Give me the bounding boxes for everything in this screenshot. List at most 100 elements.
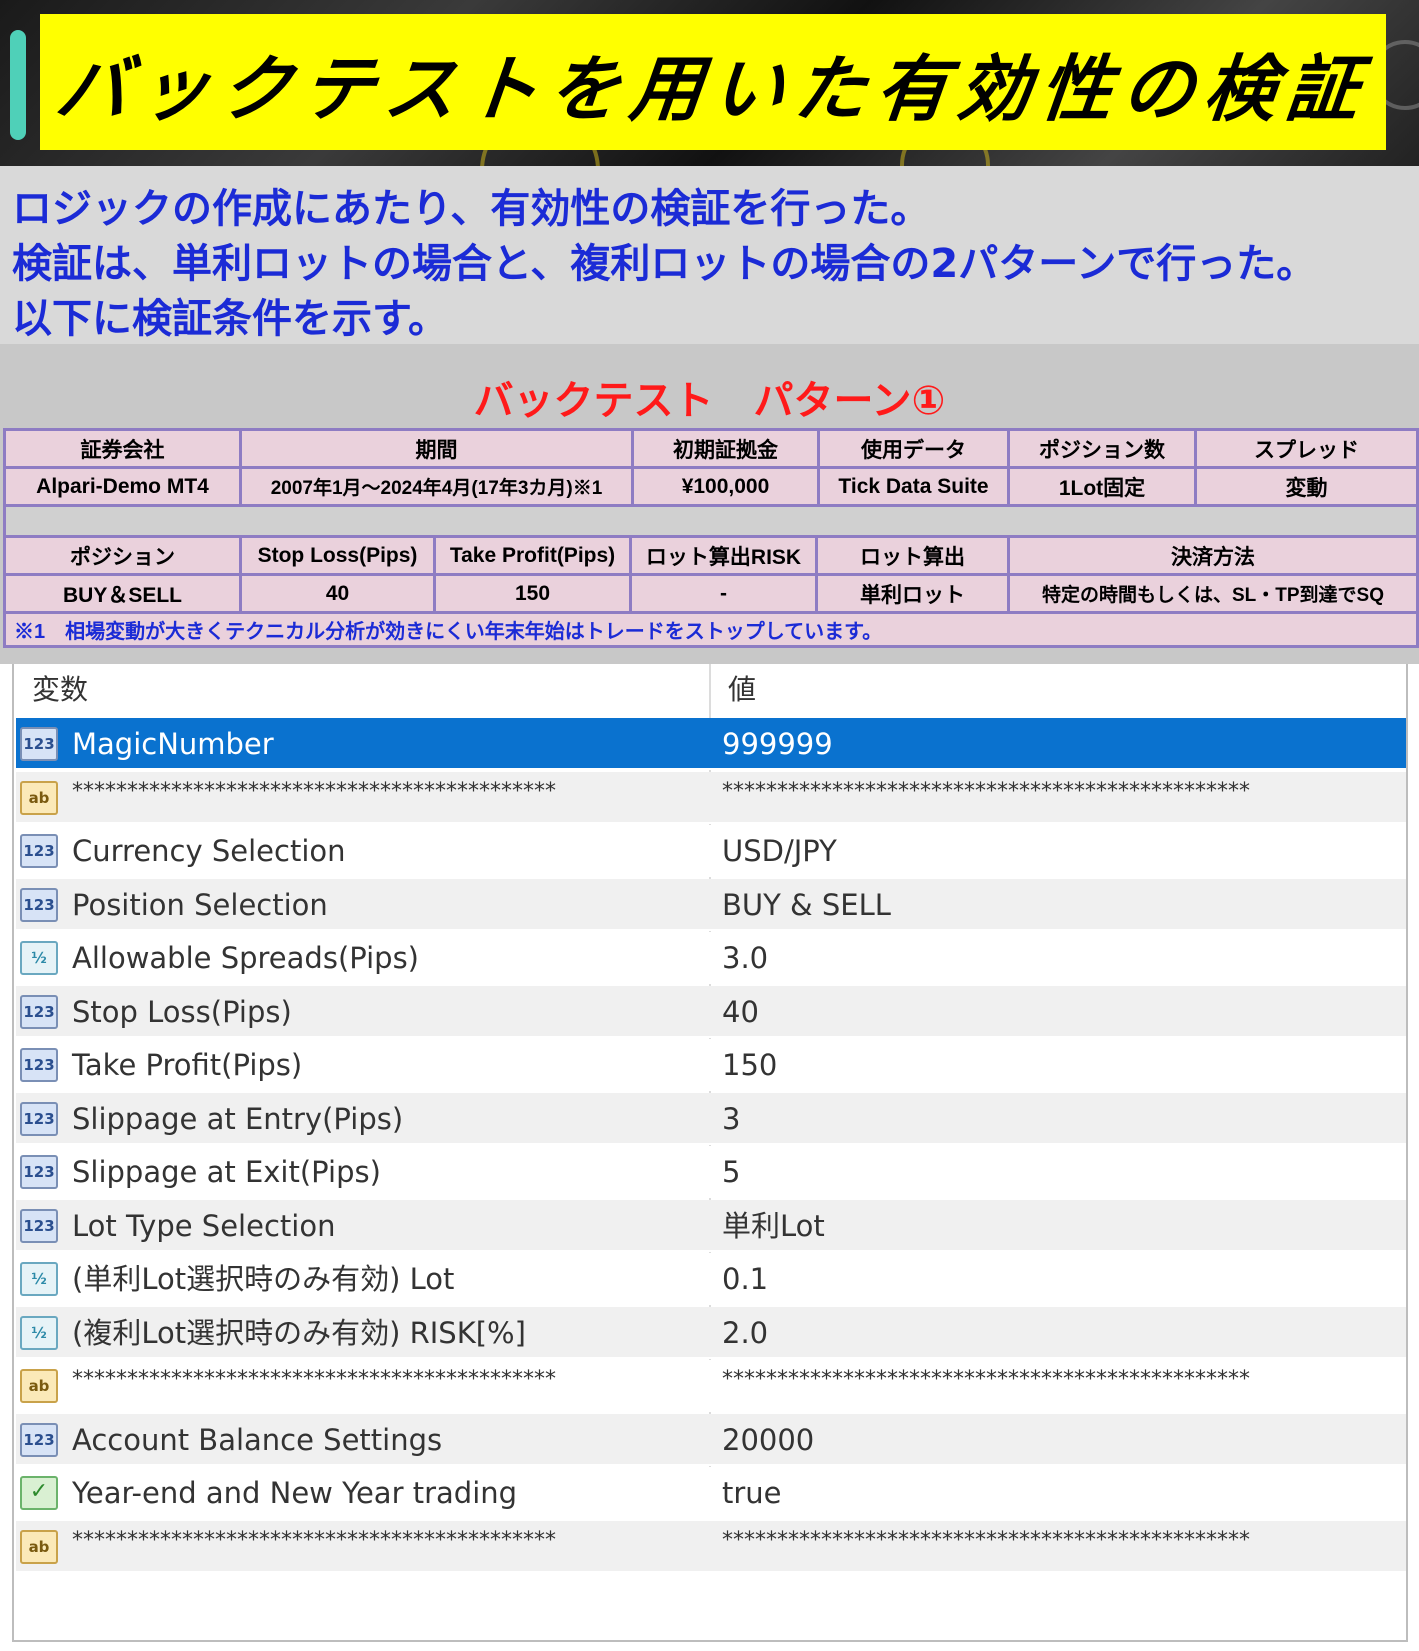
value-cell: 特定の時間もしくは、SL・TP到達でSQ xyxy=(1007,573,1419,614)
parameter-name: Stop Loss(Pips) xyxy=(72,994,292,1029)
intro-line: 以下に検証条件を示す。 xyxy=(12,296,448,342)
parameter-row[interactable]: ½ Allowable Spreads(Pips) 3.0 xyxy=(16,932,1406,984)
parameter-name: Position Selection xyxy=(72,887,328,922)
parameter-value[interactable]: USD/JPY xyxy=(722,825,837,877)
value-cell: 単利ロット xyxy=(815,573,1010,614)
integer-type-icon: 123 xyxy=(20,1101,58,1136)
parameter-row[interactable]: 123 Currency Selection USD/JPY xyxy=(16,825,1406,877)
parameter-name: Allowable Spreads(Pips) xyxy=(72,941,419,975)
header-cell: 期間 xyxy=(239,428,634,469)
header-cell: ポジション xyxy=(3,535,242,576)
integer-type-icon: 123 xyxy=(20,834,58,868)
parameter-value[interactable]: ****************************************… xyxy=(722,1354,1250,1406)
column-header-value[interactable]: 値 xyxy=(728,664,756,716)
string-type-icon: ab xyxy=(20,780,58,815)
parameter-name: Account Balance Settings xyxy=(72,1422,443,1457)
parameter-value[interactable]: 20000 xyxy=(722,1414,814,1466)
conditions-table-2: ポジション Stop Loss(Pips) Take Profit(Pips) … xyxy=(3,535,1419,648)
header-cell: Take Profit(Pips) xyxy=(433,535,632,576)
header-cell: Stop Loss(Pips) xyxy=(239,535,436,576)
banner-decoration xyxy=(10,30,26,140)
parameter-name: MagicNumber xyxy=(72,727,274,761)
parameter-row[interactable]: 123 Take Profit(Pips) 150 xyxy=(16,1039,1406,1091)
value-cell: Tick Data Suite xyxy=(817,466,1010,507)
integer-type-icon: 123 xyxy=(20,1155,58,1189)
parameter-row[interactable]: ab **************************************… xyxy=(16,1520,1406,1573)
parameter-row[interactable]: 123 Stop Loss(Pips) 40 xyxy=(16,985,1406,1038)
value-cell: - xyxy=(629,573,818,614)
double-type-icon: ½ xyxy=(20,1262,58,1296)
table-row: ※1 相場変動が大きくテクニカル分析が効きにくい年末年始はトレードをストップして… xyxy=(3,611,1419,648)
integer-type-icon: 123 xyxy=(20,994,58,1029)
parameter-name: ****************************************… xyxy=(72,778,556,804)
value-cell: 1Lot固定 xyxy=(1007,466,1197,507)
header-cell: ロット算出RISK xyxy=(629,535,818,576)
parameter-row[interactable]: ab **************************************… xyxy=(16,771,1406,824)
parameter-value[interactable]: 3 xyxy=(722,1093,740,1145)
header-cell: 使用データ xyxy=(817,428,1010,469)
parameter-name: (単利Lot選択時のみ有効) Lot xyxy=(72,1262,455,1296)
table-row: Alpari-Demo MT4 2007年1月～2024年4月(17年3カ月)※… xyxy=(3,466,1419,507)
value-cell: Alpari-Demo MT4 xyxy=(3,466,242,507)
integer-type-icon: 123 xyxy=(20,1048,58,1082)
parameter-value[interactable]: 999999 xyxy=(722,718,833,770)
page-title: バックテストを用いた有効性の検証 xyxy=(51,46,1373,131)
parameter-value[interactable]: 3.0 xyxy=(722,932,768,984)
parameters-grid: 変数 値 123 MagicNumber 999999 ab *************… xyxy=(12,664,1408,1642)
parameter-value[interactable]: 単利Lot xyxy=(722,1200,825,1252)
string-type-icon: ab xyxy=(20,1529,58,1564)
intro-section: ロジックの作成にあたり、有効性の検証を行った。 検証は、単利ロットの場合と、複利… xyxy=(0,166,1419,344)
double-type-icon: ½ xyxy=(20,941,58,975)
integer-type-icon: 123 xyxy=(20,727,58,761)
parameter-value[interactable]: 2.0 xyxy=(722,1307,768,1359)
parameter-row[interactable]: ✓ Year-end and New Year trading true xyxy=(16,1467,1406,1519)
parameter-value[interactable]: BUY & SELL xyxy=(722,879,891,931)
table-row: 証券会社 期間 初期証拠金 使用データ ポジション数 スプレッド xyxy=(3,428,1419,469)
header-cell: ポジション数 xyxy=(1007,428,1197,469)
parameter-row[interactable]: 123 MagicNumber 999999 xyxy=(16,718,1406,770)
parameter-name: Slippage at Exit(Pips) xyxy=(72,1155,381,1189)
parameter-name: (複利Lot選択時のみ有効) RISK[%] xyxy=(72,1315,526,1350)
string-type-icon: ab xyxy=(20,1369,58,1403)
parameter-value[interactable]: 0.1 xyxy=(722,1253,768,1305)
parameter-value[interactable]: true xyxy=(722,1467,782,1519)
value-cell: 2007年1月～2024年4月(17年3カ月)※1 xyxy=(239,466,634,507)
parameter-row[interactable]: ab **************************************… xyxy=(16,1360,1406,1412)
table-row: ポジション Stop Loss(Pips) Take Profit(Pips) … xyxy=(3,535,1419,576)
parameter-name: Year-end and New Year trading xyxy=(72,1476,518,1510)
intro-line: ロジックの作成にあたり、有効性の検証を行った。 xyxy=(12,186,931,232)
parameter-value[interactable]: 150 xyxy=(722,1039,777,1091)
footnote: ※1 相場変動が大きくテクニカル分析が効きにくい年末年始はトレードをストップして… xyxy=(3,611,1419,648)
value-cell: 変動 xyxy=(1194,466,1419,507)
value-cell: ¥100,000 xyxy=(631,466,820,507)
header-cell: 証券会社 xyxy=(3,428,242,469)
conditions-table: 証券会社 期間 初期証拠金 使用データ ポジション数 スプレッド Alpari-… xyxy=(3,428,1419,545)
header-cell: 初期証拠金 xyxy=(631,428,820,469)
parameter-name: ****************************************… xyxy=(72,1367,556,1392)
header-cell: 決済方法 xyxy=(1007,535,1419,576)
column-header-variable[interactable]: 変数 xyxy=(32,664,88,716)
boolean-type-icon: ✓ xyxy=(20,1476,58,1510)
parameter-value[interactable]: ****************************************… xyxy=(722,766,1250,818)
parameter-row[interactable]: 123 Slippage at Exit(Pips) 5 xyxy=(16,1146,1406,1198)
table-row: BUY＆SELL 40 150 - 単利ロット 特定の時間もしくは、SL・TP到… xyxy=(3,573,1419,614)
parameter-value[interactable]: 5 xyxy=(722,1146,740,1198)
parameter-row[interactable]: ½ (単利Lot選択時のみ有効) Lot 0.1 xyxy=(16,1253,1406,1305)
banner-title-box: バックテストを用いた有効性の検証 xyxy=(40,14,1386,150)
double-type-icon: ½ xyxy=(20,1315,58,1350)
parameter-name: Currency Selection xyxy=(72,834,346,868)
integer-type-icon: 123 xyxy=(20,1422,58,1457)
parameter-value[interactable]: ****************************************… xyxy=(722,1515,1250,1567)
value-cell: BUY＆SELL xyxy=(3,573,242,614)
parameter-row[interactable]: 123 Lot Type Selection 単利Lot xyxy=(16,1199,1406,1252)
parameter-name: Take Profit(Pips) xyxy=(72,1048,303,1082)
parameter-row[interactable]: 123 Slippage at Entry(Pips) 3 xyxy=(16,1092,1406,1145)
parameter-name: Slippage at Entry(Pips) xyxy=(72,1101,404,1136)
parameter-value[interactable]: 40 xyxy=(722,986,759,1038)
header-cell: ロット算出 xyxy=(815,535,1010,576)
parameter-row[interactable]: 123 Position Selection BUY & SELL xyxy=(16,878,1406,931)
pattern-section: バックテスト パターン① 証券会社 期間 初期証拠金 使用データ ポジション数 … xyxy=(0,344,1419,664)
integer-type-icon: 123 xyxy=(20,1208,58,1243)
parameter-row[interactable]: 123 Account Balance Settings 20000 xyxy=(16,1413,1406,1466)
parameter-row[interactable]: ½ (複利Lot選択時のみ有効) RISK[%] 2.0 xyxy=(16,1306,1406,1359)
